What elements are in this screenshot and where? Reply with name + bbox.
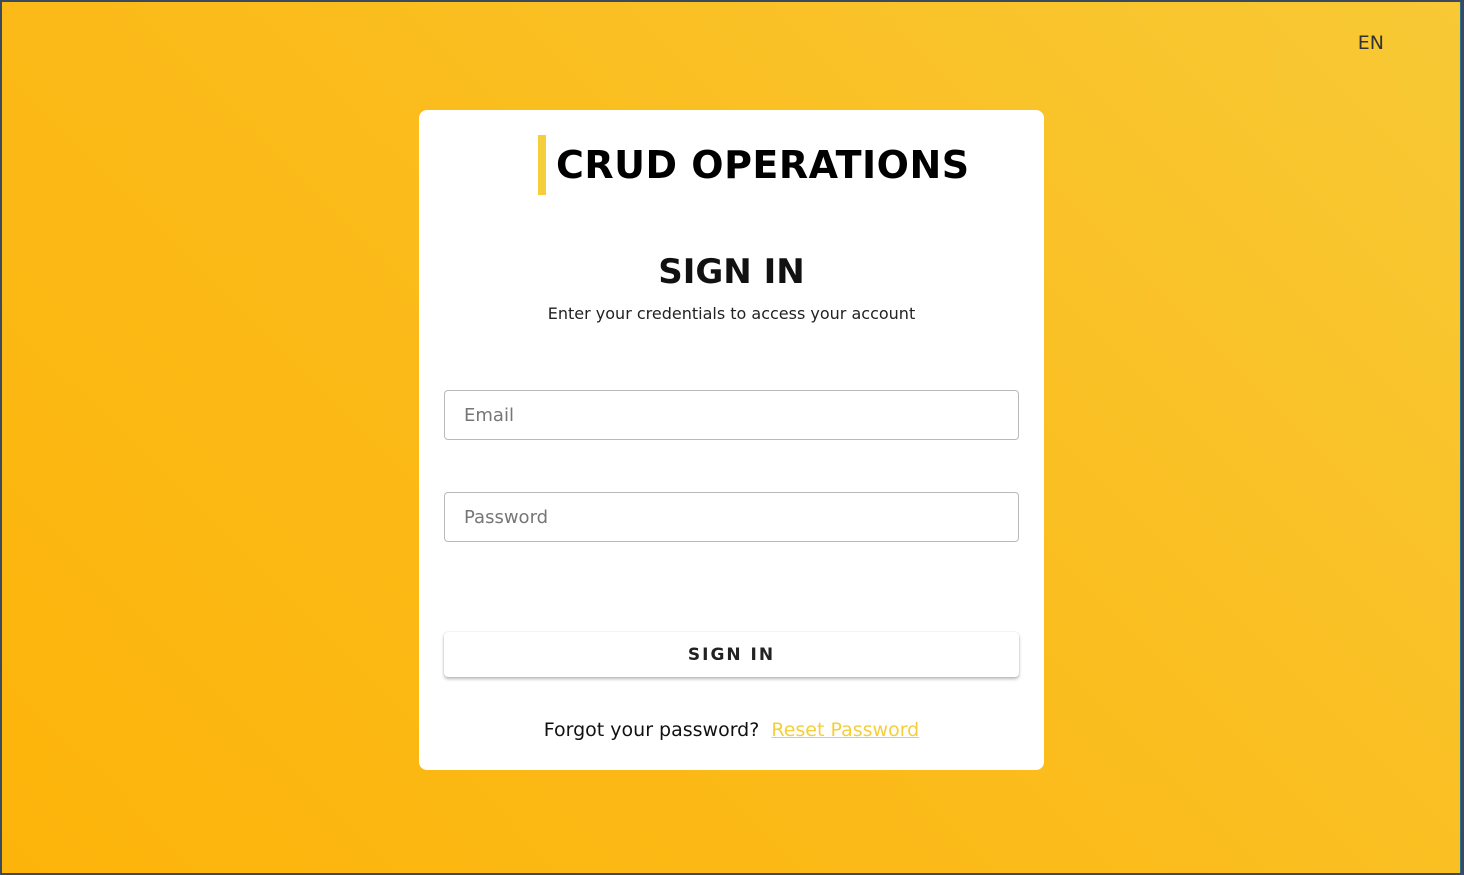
reset-password-link[interactable]: Reset Password <box>771 719 919 741</box>
forgot-password-row: Forgot your password? Reset Password <box>419 719 1044 741</box>
brand-title: CRUD OPERATIONS <box>556 143 970 187</box>
brand-logo: CRUD OPERATIONS <box>538 135 970 195</box>
signin-subheading: Enter your credentials to access your ac… <box>547 304 916 323</box>
brand-accent-bar <box>538 135 546 195</box>
password-field[interactable] <box>444 492 1019 542</box>
signin-card: CRUD OPERATIONS SIGN IN Enter your crede… <box>419 110 1044 770</box>
email-field[interactable] <box>444 390 1019 440</box>
app-window: EN CRUD OPERATIONS SIGN IN Enter your cr… <box>2 2 1461 873</box>
signin-button[interactable]: SIGN IN <box>444 632 1019 677</box>
forgot-password-text: Forgot your password? <box>543 719 760 741</box>
language-selector[interactable]: EN <box>1358 32 1384 54</box>
signin-heading: SIGN IN <box>658 252 805 292</box>
